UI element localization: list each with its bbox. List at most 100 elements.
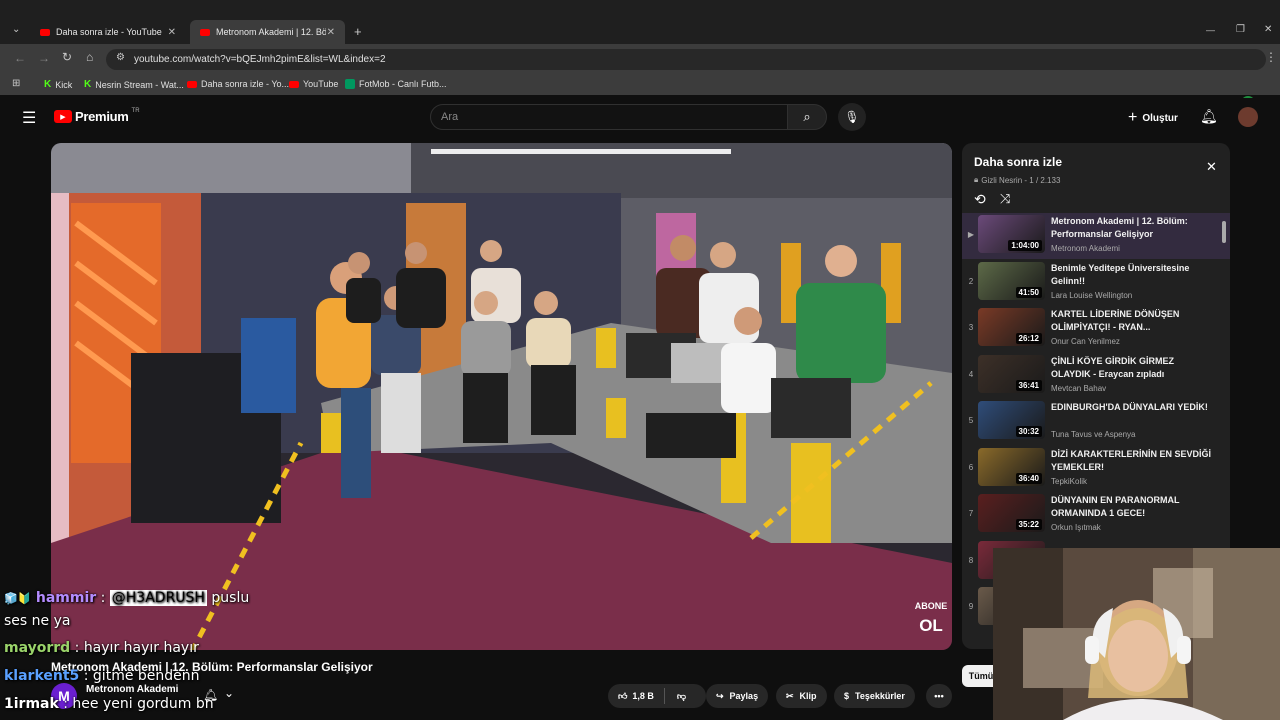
webcam-frame — [993, 548, 1280, 720]
tab-watch-later[interactable]: Daha sonra izle - YouTube ✕ — [30, 20, 186, 44]
video-thumbnail[interactable]: 26:12 — [978, 308, 1045, 346]
thanks-button[interactable]: $ Teşekkürler — [834, 684, 915, 708]
chat-username: 1irmak — [4, 696, 59, 712]
like-button[interactable]: 👍︎ 1,8 B — [618, 691, 654, 702]
video-thumbnail[interactable]: 41:50 — [978, 261, 1045, 300]
playlist-item-index: ▶ — [967, 230, 975, 239]
close-icon[interactable]: ✕ — [1206, 159, 1217, 175]
shuffle-icon[interactable]: ⤨ — [1000, 191, 1010, 207]
playlist-meta: 🔒︎ Gizli Nesrin - 1 / 2.133 — [974, 175, 1060, 185]
close-icon[interactable]: ✕ — [327, 27, 335, 38]
video-thumbnail[interactable]: 30:32 — [978, 401, 1045, 439]
search-input[interactable]: Ara — [430, 104, 788, 130]
reload-icon[interactable]: ↻ — [62, 50, 72, 64]
video-thumbnail[interactable]: 35:22 — [978, 494, 1045, 532]
playlist-item[interactable]: 3 26:12 KARTEL LİDERİNE DÖNÜŞEN OLİMPİYATÇ… — [962, 306, 1230, 352]
chat-username: hammir — [35, 590, 97, 606]
back-icon[interactable]: ← — [14, 51, 26, 65]
chat-message: 1irmak : hee yeni gordum bn — [4, 696, 214, 712]
apps-grid-icon[interactable]: ⊞ — [12, 78, 20, 89]
bookmark-youtube[interactable]: YouTube — [289, 79, 338, 89]
chat-text: hee yeni gordum bn — [72, 696, 214, 712]
site-info-icon[interactable]: ⚙ — [116, 52, 125, 63]
voice-search-button[interactable]: 🎙 — [838, 103, 866, 131]
region-code: TR — [131, 107, 140, 114]
playlist-item[interactable]: 6 36:40 DİZİ KARAKTERLERİNİN EN SEVDİĞİ YE… — [962, 446, 1230, 492]
repeat-icon[interactable]: ⟲ — [974, 191, 986, 208]
minimize-icon[interactable]: — — [1206, 25, 1215, 35]
create-button[interactable]: + Oluştur — [1128, 109, 1178, 127]
tab-search-icon[interactable]: ⌄ — [12, 24, 20, 35]
share-icon: ↪ — [716, 690, 724, 701]
youtube-favicon-icon — [40, 28, 50, 36]
playlist-item-index: 8 — [968, 555, 974, 565]
playlist-item-title: EDINBURGH'DA DÜNYALARI YEDİK! — [1051, 402, 1208, 412]
video-duration: 36:41 — [1015, 379, 1042, 391]
video-duration: 41:50 — [1015, 286, 1042, 298]
chat-text: hayır hayır hayır — [83, 640, 199, 656]
chat-username: klarkent5 — [4, 668, 80, 684]
notifications-bell-icon[interactable]: 🔔︎ — [1200, 108, 1218, 125]
share-button[interactable]: ↪ Paylaş — [706, 684, 769, 708]
lock-icon: 🔒︎ — [974, 175, 979, 184]
video-duration: 30:32 — [1015, 426, 1042, 437]
playlist-item-channel: Tuna Tavus ve Aspenya — [1051, 430, 1136, 439]
bookmarks-bar: ⊞ K Kick K Nesrin Stream - Wat... Daha s… — [0, 75, 1280, 95]
channel-name[interactable]: Metronom Akademi — [86, 684, 178, 695]
fotmob-icon — [345, 79, 355, 89]
bookmark-fotmob[interactable]: FotMob - Canlı Futb... — [345, 79, 447, 89]
video-player[interactable]: ABONE OL — [51, 143, 952, 650]
microphone-icon: 🎙 — [844, 110, 860, 124]
playlist-item[interactable]: ▶ 1:04:00 Metronom Akademi | 12. Bölüm: Pe… — [962, 213, 1230, 259]
playlist-scrollbar[interactable] — [1222, 221, 1226, 243]
video-duration: 26:12 — [1015, 333, 1042, 344]
bookmark-kick[interactable]: K Kick — [44, 79, 72, 90]
more-actions-button[interactable]: ••• — [926, 684, 952, 708]
badge-icons: 🧊🔰 — [4, 592, 32, 605]
playlist-item-index: 6 — [968, 462, 974, 472]
search-button[interactable]: ⌕ — [787, 104, 827, 130]
home-icon[interactable]: ⌂ — [86, 50, 93, 64]
hamburger-menu-icon[interactable]: ☰ — [22, 108, 36, 128]
playlist-item[interactable]: 5 30:32 EDINBURGH'DA DÜNYALARI YEDİK! Tuna … — [962, 399, 1230, 445]
window-close-icon[interactable]: ✕ — [1264, 24, 1272, 35]
new-tab-button[interactable]: + — [354, 24, 362, 39]
bookmark-label: YouTube — [303, 79, 339, 89]
clip-button[interactable]: ✂ Klip — [776, 684, 827, 708]
bookmark-nesrin-stream[interactable]: K Nesrin Stream - Wat... — [84, 79, 184, 90]
playlist-item-index: 2 — [968, 276, 974, 286]
playlist-item-title: Benimle Yeditepe Üniversitesine Gelinn!! — [1051, 262, 1190, 286]
maximize-icon[interactable]: ❐ — [1236, 24, 1245, 35]
video-thumbnail[interactable]: 36:41 — [978, 354, 1045, 393]
tab-metronom[interactable]: Metronom Akademi | 12. Bölüm ✕ — [190, 20, 345, 44]
playlist-item[interactable]: 7 35:22 DÜNYANIN EN PARANORMAL ORMANINDA 1… — [962, 492, 1230, 538]
youtube-favicon-icon — [200, 28, 210, 36]
playlist-title[interactable]: Daha sonra izle — [974, 155, 1062, 169]
close-icon[interactable]: ✕ — [168, 27, 176, 38]
address-bar[interactable]: ⚙ youtube.com/watch?v=bQEJmh2pimE&list=W… — [106, 49, 1266, 70]
bookmark-watch-later[interactable]: Daha sonra izle - Yo... — [187, 79, 289, 89]
playlist-item-channel: Lara Louise Wellington — [1051, 290, 1133, 300]
bookmark-label: FotMob - Canlı Futb... — [359, 79, 447, 89]
youtube-favicon-icon — [289, 80, 299, 88]
dislike-button[interactable]: 👎︎ — [677, 691, 686, 702]
forward-icon[interactable]: → — [38, 51, 50, 65]
video-frame: ABONE OL — [51, 143, 952, 650]
user-avatar[interactable] — [1238, 107, 1258, 127]
youtube-logo-icon: ▶ — [54, 110, 72, 123]
chevron-down-icon[interactable]: ⌄ — [224, 686, 234, 700]
video-thumbnail[interactable]: 1:04:00 — [978, 215, 1045, 253]
menu-kebab-icon[interactable]: ⋮ — [1265, 50, 1277, 64]
playlist-item-index: 7 — [968, 509, 974, 518]
bookmark-label: Kick — [55, 79, 73, 90]
search-icon: ⌕ — [803, 109, 811, 124]
youtube-premium-logo[interactable]: ▶ Premium TR — [54, 107, 140, 124]
divider — [663, 688, 665, 704]
search-placeholder: Ara — [441, 111, 459, 123]
playlist-item-channel: Orkun Işıtmak — [1051, 523, 1101, 532]
playlist-item-channel: Metronom Akademi — [1051, 244, 1120, 253]
playlist-item[interactable]: 2 41:50 Benimle Yeditepe Üniversitesine Ge… — [962, 260, 1230, 306]
playlist-item[interactable]: 4 36:41 ÇİNLİ KÖYE GİRDİK GİRMEZ OLAYDIK -… — [962, 353, 1230, 399]
more-icon: ••• — [934, 691, 944, 701]
video-thumbnail[interactable]: 36:40 — [978, 447, 1045, 486]
